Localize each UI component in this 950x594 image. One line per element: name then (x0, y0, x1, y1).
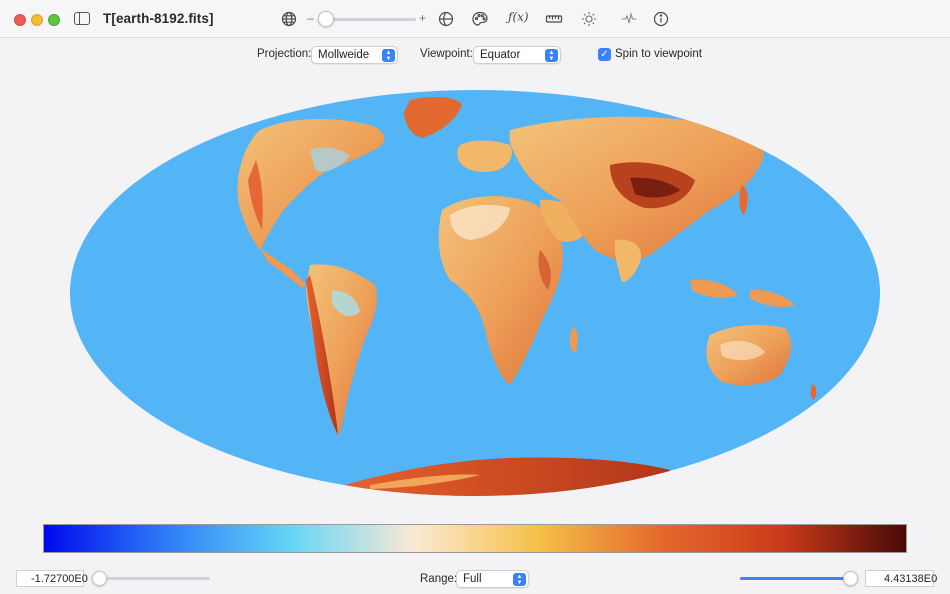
viewpoint-value: Equator (480, 49, 521, 61)
palette-icon[interactable] (471, 10, 489, 28)
range-label: Range: (420, 573, 458, 585)
max-slider-fill (740, 577, 850, 580)
info-icon[interactable] (652, 10, 670, 28)
minimize-window-button[interactable] (31, 14, 43, 26)
min-value: -1.72700E0 (31, 573, 88, 585)
viewpoint-popup[interactable]: Equator ▲ ▼ (473, 46, 561, 64)
range-popup[interactable]: Full ▲ ▼ (456, 570, 529, 588)
viewpoint-label: Viewpoint: (420, 48, 473, 60)
waveform-icon[interactable] (620, 10, 638, 28)
mollweide-map (70, 90, 880, 496)
color-scale-bar (43, 524, 907, 553)
zoom-out-label: – (307, 11, 314, 25)
min-slider-track[interactable] (93, 577, 210, 580)
projection-label: Projection: (257, 48, 312, 60)
chevron-updown-icon: ▲ ▼ (545, 49, 558, 62)
window-title: T[earth-8192.fits] (103, 11, 214, 26)
max-value: 4.43138E0 (884, 573, 938, 585)
spin-checkbox[interactable]: ✓ (598, 48, 611, 61)
projection-value: Mollweide (318, 49, 370, 61)
chevron-updown-icon: ▲ ▼ (382, 49, 395, 62)
chevron-updown-icon: ▲ ▼ (513, 573, 526, 586)
min-slider-knob[interactable] (92, 571, 107, 586)
ruler-icon[interactable] (545, 10, 563, 28)
map-view[interactable] (70, 90, 880, 496)
grid-globe-icon[interactable] (437, 10, 455, 28)
zoom-slider-knob[interactable] (318, 11, 334, 27)
close-window-button[interactable] (14, 14, 26, 26)
sidebar-icon[interactable] (74, 12, 90, 25)
globe-icon[interactable] (280, 10, 298, 28)
brightness-icon[interactable] (580, 10, 598, 28)
max-value-field[interactable]: 4.43138E0 (865, 570, 938, 587)
min-value-field[interactable]: -1.72700E0 (16, 570, 88, 587)
spin-label: Spin to viewpoint (615, 48, 702, 60)
title-bar: T[earth-8192.fits] – + ƒ(x) (0, 0, 950, 38)
maximize-window-button[interactable] (48, 14, 60, 26)
projection-popup[interactable]: Mollweide ▲ ▼ (311, 46, 398, 64)
range-value: Full (463, 573, 482, 585)
max-slider-knob[interactable] (843, 571, 858, 586)
zoom-in-label: + (419, 11, 427, 25)
function-icon[interactable]: ƒ(x) (508, 10, 529, 24)
